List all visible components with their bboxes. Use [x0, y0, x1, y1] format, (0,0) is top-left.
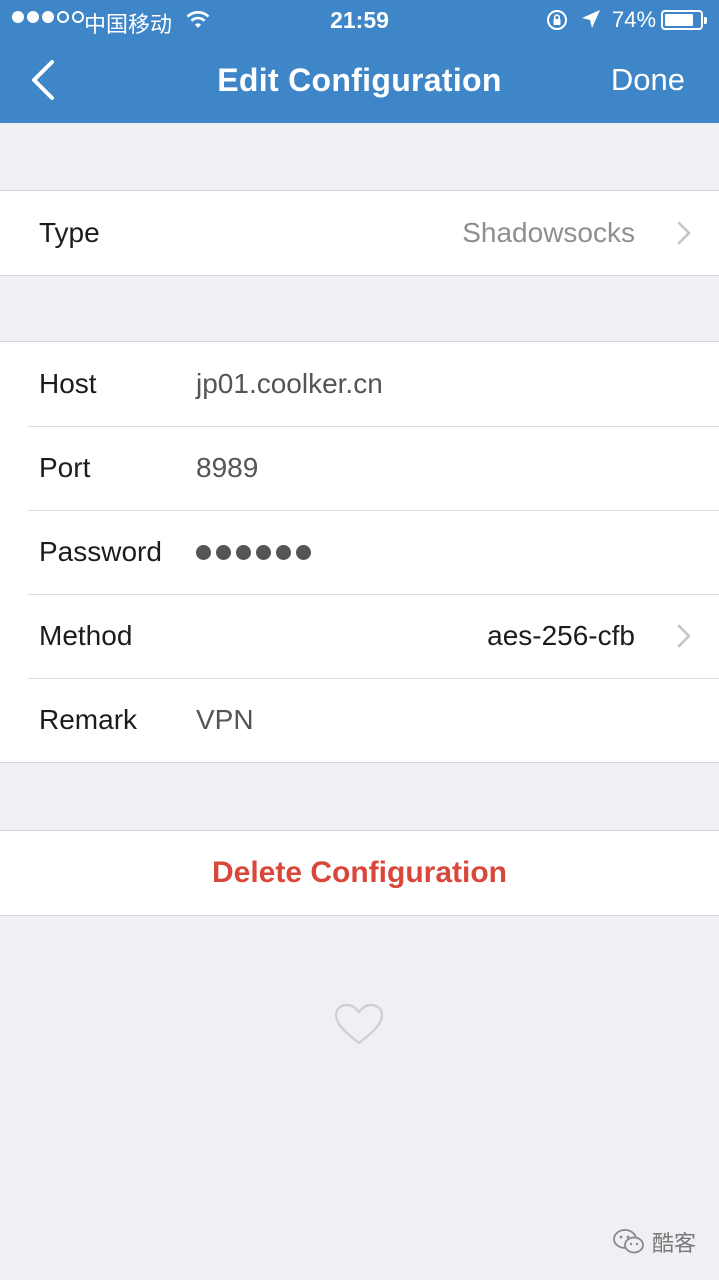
type-section: Type Shadowsocks	[0, 190, 719, 276]
remark-row: Remark VPN	[0, 678, 719, 762]
method-row[interactable]: Method aes-256-cfb	[0, 594, 719, 678]
password-row: Password	[0, 510, 719, 594]
type-value: Shadowsocks	[462, 217, 635, 248]
host-row: Host jp01.coolker.cn	[0, 342, 719, 426]
password-field[interactable]	[196, 544, 311, 560]
method-value: aes-256-cfb	[487, 620, 635, 651]
port-row: Port 8989	[0, 426, 719, 510]
type-label: Type	[39, 217, 100, 248]
battery-icon	[661, 10, 707, 30]
done-button[interactable]: Done	[611, 62, 685, 98]
method-label: Method	[39, 620, 133, 651]
port-field[interactable]: 8989	[196, 452, 258, 484]
type-row[interactable]: Type Shadowsocks	[0, 191, 719, 275]
host-field[interactable]: jp01.coolker.cn	[196, 368, 383, 400]
top-bar: 中国移动 21:59 74% Edit Configuration Done	[0, 0, 719, 123]
password-mask-dot	[196, 544, 211, 560]
password-mask-dot	[216, 544, 231, 560]
chevron-right-icon	[677, 624, 691, 648]
port-label: Port	[39, 452, 91, 483]
config-fields-section: Host jp01.coolker.cn Port 8989 Password …	[0, 341, 719, 763]
watermark-text: 酷客	[652, 1231, 697, 1256]
password-mask-dot	[296, 544, 311, 560]
password-mask-dot	[276, 544, 291, 560]
rotation-lock-icon	[547, 10, 567, 30]
heart-icon[interactable]	[333, 1002, 385, 1046]
password-label: Password	[39, 536, 162, 567]
remark-field[interactable]: VPN	[196, 704, 254, 736]
location-arrow-icon	[582, 10, 600, 28]
host-label: Host	[39, 368, 97, 399]
battery-percent: 74%	[612, 7, 657, 32]
password-mask-dot	[236, 544, 251, 560]
delete-section: Delete Configuration	[0, 830, 719, 916]
delete-configuration-button[interactable]: Delete Configuration	[0, 831, 719, 915]
password-mask-dot	[256, 544, 271, 560]
wechat-icon	[613, 1229, 644, 1254]
remark-label: Remark	[39, 704, 138, 735]
status-bar: 中国移动 21:59 74%	[0, 0, 719, 40]
watermark: 酷客	[612, 1226, 696, 1258]
delete-configuration-label: Delete Configuration	[211, 856, 507, 889]
chevron-right-icon	[677, 221, 691, 245]
